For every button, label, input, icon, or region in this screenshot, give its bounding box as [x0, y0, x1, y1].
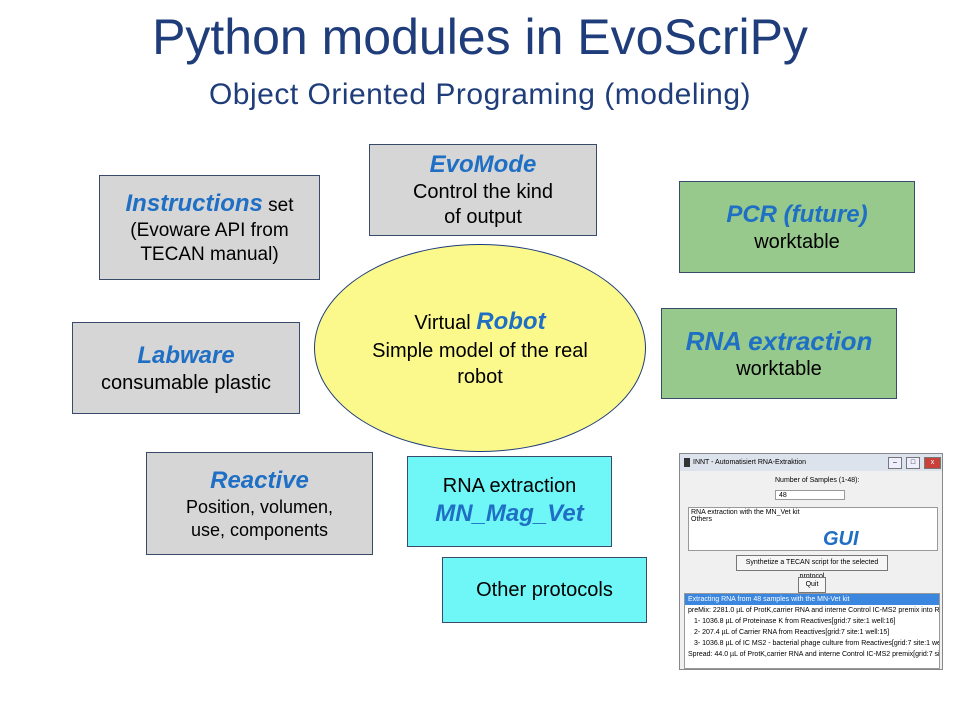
pcr-line2: worktable — [754, 230, 840, 253]
slide-subtitle: Object Oriented Programing (modeling) — [208, 78, 752, 111]
evomode-line3: of output — [444, 206, 522, 228]
quit-button[interactable]: Quit — [798, 577, 826, 593]
rna-protocol-line1: RNA extraction — [442, 475, 577, 497]
gui-label: GUI — [823, 528, 859, 550]
log-line: Extracting RNA from 48 samples with the … — [685, 594, 939, 605]
synthetize-button[interactable]: Synthetize a TECAN script for the select… — [736, 555, 888, 580]
gui-body: Number of Samples (1-48): 48 RNA extract… — [680, 471, 942, 669]
num-samples-spinbox[interactable]: 48 — [775, 490, 845, 500]
other-protocols-box: Other protocols — [442, 557, 647, 623]
evomode-line2: Control the kind — [412, 181, 554, 203]
log-line: 1- 1036.8 µL of Proteinase K from Reacti… — [694, 618, 896, 625]
gui-window: INNT - Automatisiert RNA-Extraktion – □ … — [679, 453, 943, 670]
robot-ellipse: Virtual Robot Simple model of the real r… — [314, 244, 646, 452]
reactive-box: Reactive Position, volumen, use, compone… — [146, 452, 373, 555]
gui-window-title: INNT - Automatisiert RNA-Extraktion — [693, 459, 807, 466]
other-protocols-label: Other protocols — [476, 578, 613, 601]
protocol-list[interactable]: RNA extraction with the MN_Vet kit Other… — [688, 507, 938, 551]
instructions-line2: (Evoware API from — [130, 219, 289, 241]
minimize-button[interactable]: – — [888, 456, 902, 469]
reactive-line3: use, components — [190, 519, 329, 540]
log-line: 3- 1036.8 µL of IC MS2 - bacterial phage… — [694, 640, 940, 647]
robot-line2: Simple model of the real — [372, 339, 588, 362]
rna-worktable-title: RNA extraction — [685, 325, 873, 356]
labware-title: Labware — [137, 341, 235, 369]
rna-protocol-title: MN_Mag_Vet — [435, 500, 584, 527]
log-line: 2- 207.4 µL of Carrier RNA from Reactive… — [694, 629, 890, 636]
evomode-title: EvoMode — [429, 151, 537, 178]
labware-box: Labware consumable plastic — [72, 322, 300, 414]
rna-worktable-box: RNA extraction worktable — [661, 308, 897, 399]
close-button[interactable]: x — [924, 456, 941, 469]
pcr-title: PCR (future) — [726, 200, 868, 228]
instructions-title: Instructions — [125, 189, 263, 217]
rna-worktable-line2: worktable — [736, 358, 822, 381]
instructions-box: Instructions set (Evoware API from TECAN… — [99, 175, 320, 280]
protocol-list-item[interactable]: Others — [691, 516, 935, 523]
reactive-line2: Position, volumen, — [185, 497, 334, 517]
robot-line3: robot — [457, 365, 503, 388]
output-log[interactable]: Extracting RNA from 48 samples with the … — [684, 593, 940, 669]
reactive-title: Reactive — [210, 467, 309, 494]
gui-titlebar: INNT - Automatisiert RNA-Extraktion – □ … — [680, 454, 942, 471]
protocol-list-item[interactable]: RNA extraction with the MN_Vet kit — [691, 509, 935, 516]
num-samples-label: Number of Samples (1-48): — [775, 477, 860, 484]
robot-title: Robot — [476, 308, 546, 336]
robot-prefix: Virtual — [414, 312, 477, 335]
log-line: Spread: 44.0 µL of ProtK,carrier RNA and… — [688, 651, 940, 658]
slide-title: Python modules in EvoScriPy — [152, 9, 808, 65]
rna-protocol-box: RNA extraction MN_Mag_Vet — [407, 456, 612, 547]
maximize-button[interactable]: □ — [906, 456, 920, 469]
pcr-box: PCR (future) worktable — [679, 181, 915, 273]
evomode-box: EvoMode Control the kind of output — [369, 144, 597, 236]
instructions-suffix: set — [262, 194, 294, 216]
app-icon — [684, 458, 690, 467]
labware-line2: consumable plastic — [100, 371, 272, 394]
log-line: preMix: 2281.0 µL of ProtK,carrier RNA a… — [688, 607, 940, 614]
instructions-line3: TECAN manual) — [140, 243, 279, 265]
